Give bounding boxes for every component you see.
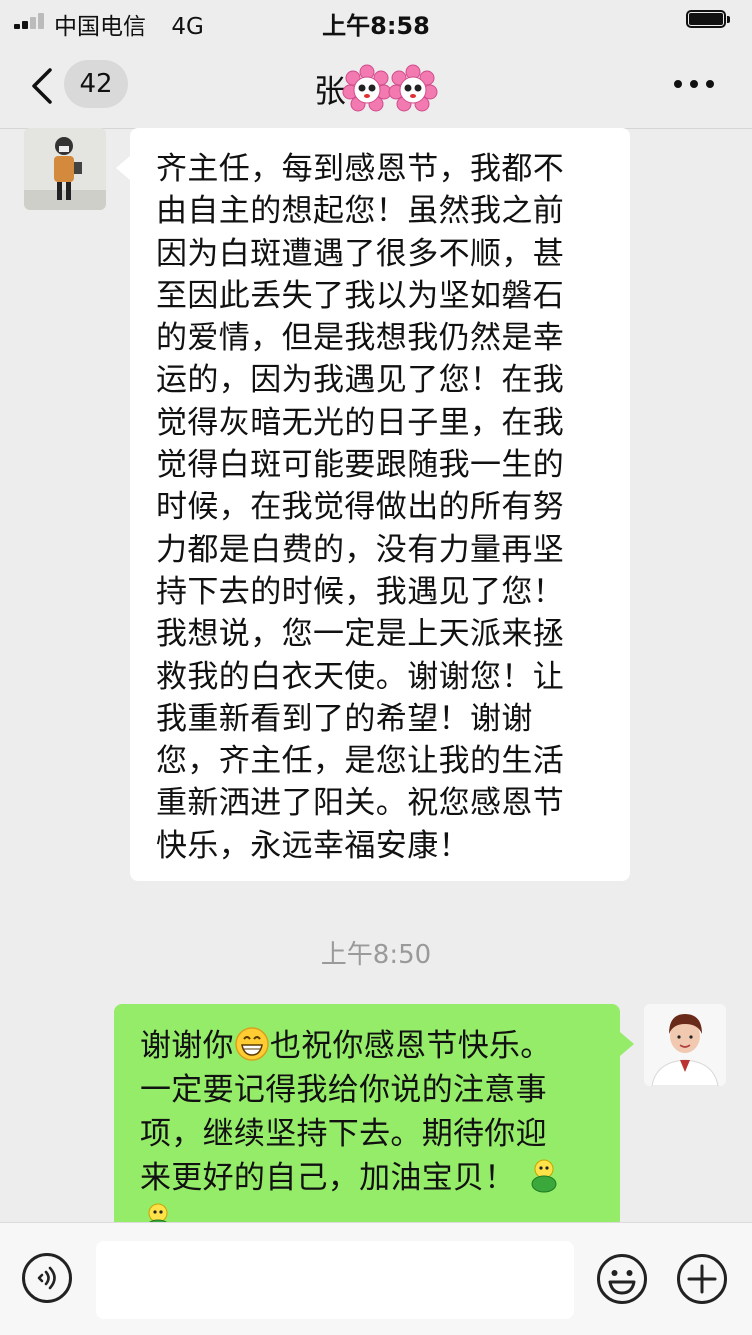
flower-emoji-icon xyxy=(342,64,392,112)
contact-avatar[interactable] xyxy=(24,128,106,210)
message-line: 来更好的自己，加油宝贝！ xyxy=(140,1156,600,1200)
voice-input-button[interactable] xyxy=(22,1253,72,1303)
message-line: 时候，在我觉得做出的所有努 xyxy=(156,489,565,526)
message-line: 重新洒进了阳关。祝您感恩节 xyxy=(156,785,565,822)
message-line: 我想说，您一定是上天派来拯 xyxy=(156,616,565,653)
message-line: 我重新看到了的希望！谢谢 xyxy=(156,700,533,737)
flower-emoji-icon xyxy=(388,64,438,112)
emoji-button[interactable] xyxy=(596,1253,648,1305)
chat-title-area: 张 xyxy=(0,64,752,114)
voice-icon xyxy=(37,1266,56,1290)
message-line: 至因此丢失了我以为坚如磐石 xyxy=(156,277,565,314)
message-timestamp: 上午8:50 xyxy=(320,940,432,970)
message-line: 一定要记得我给你说的注意事 xyxy=(140,1072,547,1108)
message-line: 力都是白费的，没有力量再坚 xyxy=(156,531,565,568)
message-line: 救我的白衣天使。谢谢您！让 xyxy=(156,658,565,695)
input-bar xyxy=(0,1222,752,1335)
more-functions-button[interactable] xyxy=(676,1253,728,1305)
message-line: 项，继续坚持下去。期待你迎 xyxy=(140,1116,547,1152)
plus-icon xyxy=(677,1254,727,1304)
incoming-message-text: 齐主任，每到感恩节，我都不 由自主的想起您！虽然我之前 因为白斑遭遇了很多不顺，… xyxy=(156,148,606,867)
more-options-button[interactable] xyxy=(672,76,716,92)
emoji-icon xyxy=(597,1254,647,1304)
message-line: 觉得灰暗无光的日子里，在我 xyxy=(156,404,565,441)
my-avatar-image xyxy=(644,1004,726,1086)
message-line: 因为白斑遭遇了很多不顺，甚 xyxy=(156,235,565,272)
message-text-segment: 也祝你感恩节快乐。 xyxy=(269,1028,552,1064)
status-time: 上午8:58 xyxy=(322,12,430,40)
my-avatar[interactable] xyxy=(644,1004,726,1086)
status-bar: 中国电信 4G 上午8:58 xyxy=(0,0,752,40)
outgoing-message-bubble[interactable]: 谢谢你 也祝你感恩节快乐。 一定要记得我给你说的注意事 项，继续坚持下去。期待你… xyxy=(114,1004,634,1244)
chat-header: 42 张 xyxy=(0,40,752,129)
message-line: 觉得白斑可能要跟随我一生的 xyxy=(156,447,565,484)
message-line: 快乐，永远幸福安康！ xyxy=(156,827,470,864)
turtle-emoji-icon xyxy=(531,1159,557,1193)
message-text-segment: 谢谢你 xyxy=(140,1028,234,1064)
message-line: 齐主任，每到感恩节，我都不 xyxy=(156,151,565,187)
message-line: 谢谢你 也祝你感恩节快乐。 xyxy=(140,1024,600,1068)
message-line: 您，齐主任，是您让我的生活 xyxy=(156,743,565,780)
battery-icon xyxy=(686,10,732,30)
message-text-segment: 来更好的自己，加油宝贝！ xyxy=(140,1160,516,1196)
message-line: 持下去的时候，我遇见了您！ xyxy=(156,573,565,610)
message-line: 由自主的想起您！虽然我之前 xyxy=(156,193,565,230)
grin-emoji-icon xyxy=(235,1027,269,1061)
message-input[interactable] xyxy=(96,1241,574,1319)
message-line: 的爱情，但是我想我仍然是幸 xyxy=(156,320,565,357)
outgoing-message-text: 谢谢你 也祝你感恩节快乐。 一定要记得我给你说的注意事 项，继续坚持下去。期待你… xyxy=(140,1024,600,1244)
contact-avatar-image xyxy=(24,128,106,210)
incoming-message-bubble[interactable]: 齐主任，每到感恩节，我都不 由自主的想起您！虽然我之前 因为白斑遭遇了很多不顺，… xyxy=(116,128,630,881)
message-line: 运的，因为我遇见了您！在我 xyxy=(156,362,565,399)
